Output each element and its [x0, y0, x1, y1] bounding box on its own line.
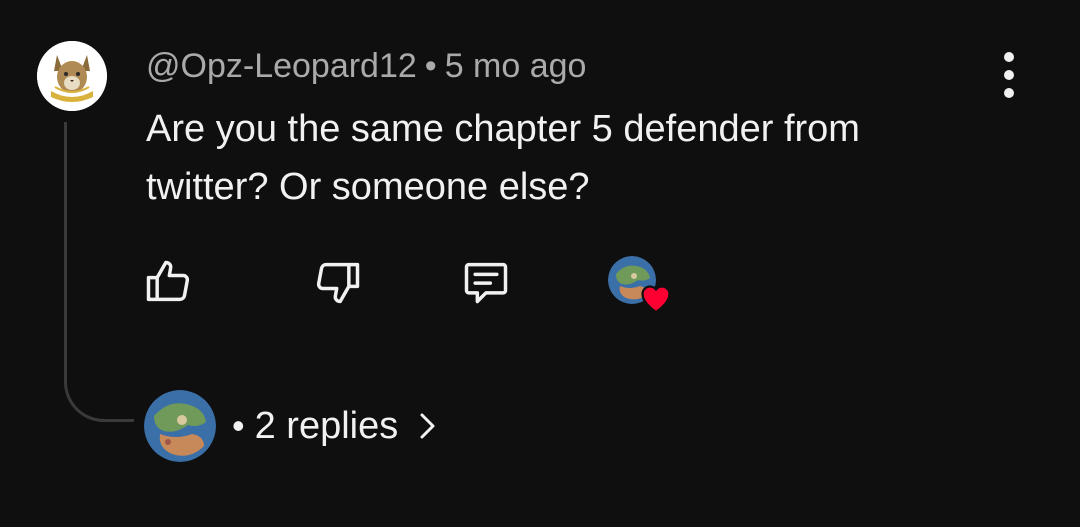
comment-meta: @Opz-Leopard12 • 5 mo ago — [146, 46, 586, 86]
heart-icon — [641, 285, 671, 314]
meta-separator: • — [424, 47, 437, 85]
reply-thread-line — [64, 122, 134, 422]
view-replies-button[interactable]: • 2 replies — [144, 388, 440, 464]
more-options-button[interactable] — [990, 52, 1028, 98]
more-options-icon-dot — [1004, 52, 1014, 62]
wildcat-logo-icon — [37, 41, 107, 111]
more-options-icon-dot — [1004, 70, 1014, 80]
author-avatar[interactable] — [37, 41, 107, 111]
reply-button[interactable] — [460, 256, 512, 308]
chevron-right-icon — [420, 413, 435, 439]
replies-count: 2 replies — [254, 404, 399, 447]
author-handle[interactable]: @Opz-Leopard12 — [146, 47, 417, 85]
creator-heart — [608, 256, 674, 316]
more-options-icon-dot — [1004, 88, 1014, 98]
thumbs-up-icon — [146, 260, 190, 302]
comment-icon — [464, 262, 508, 304]
comment-time: 5 mo ago — [444, 47, 587, 85]
comment-text: Are you the same chapter 5 defender from… — [146, 108, 860, 208]
dislike-button[interactable] — [312, 256, 364, 308]
like-button[interactable] — [142, 256, 194, 308]
globe-map-icon — [144, 390, 216, 462]
replier-avatar — [144, 390, 216, 462]
replies-separator: • — [232, 405, 245, 446]
thumbs-down-icon — [316, 262, 360, 304]
